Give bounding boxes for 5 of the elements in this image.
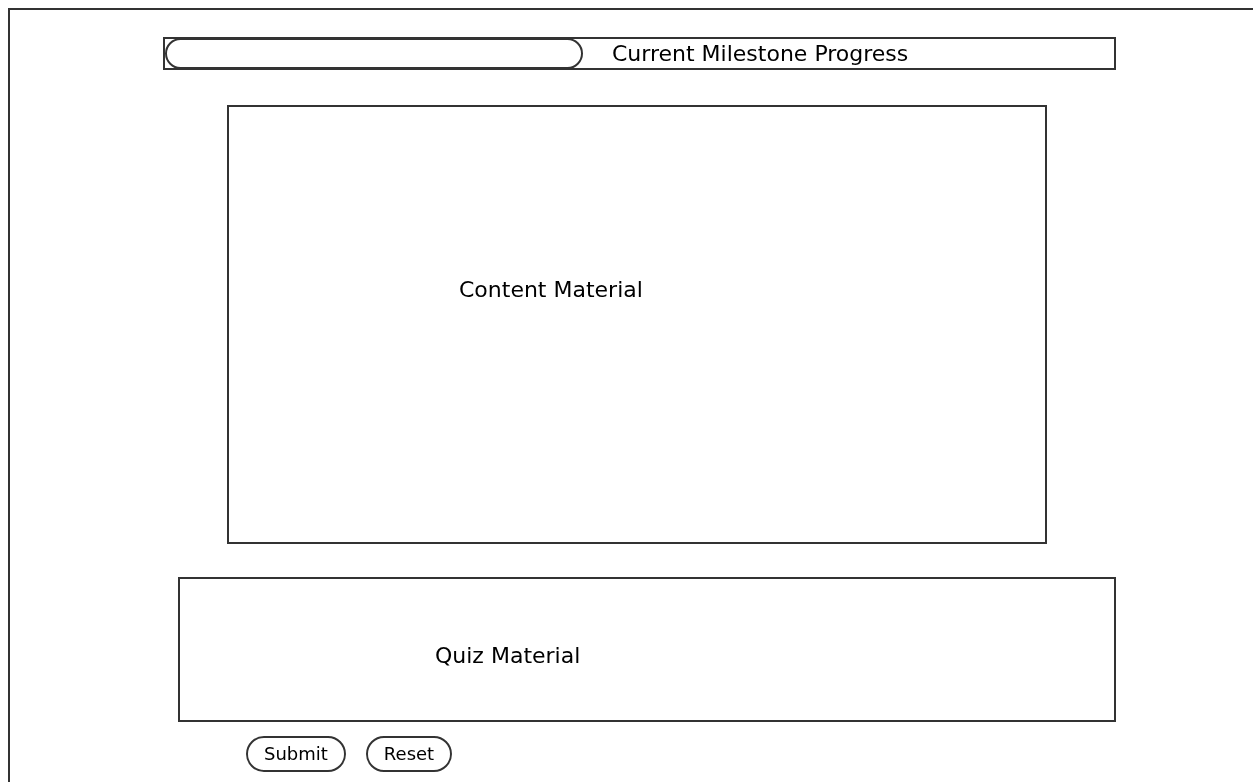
submit-button[interactable]: Submit <box>246 736 346 772</box>
quiz-label: Quiz Material <box>435 645 581 667</box>
progress-label: Current Milestone Progress <box>612 42 909 65</box>
reset-button[interactable]: Reset <box>365 736 453 772</box>
content-label: Content Material <box>459 279 643 301</box>
